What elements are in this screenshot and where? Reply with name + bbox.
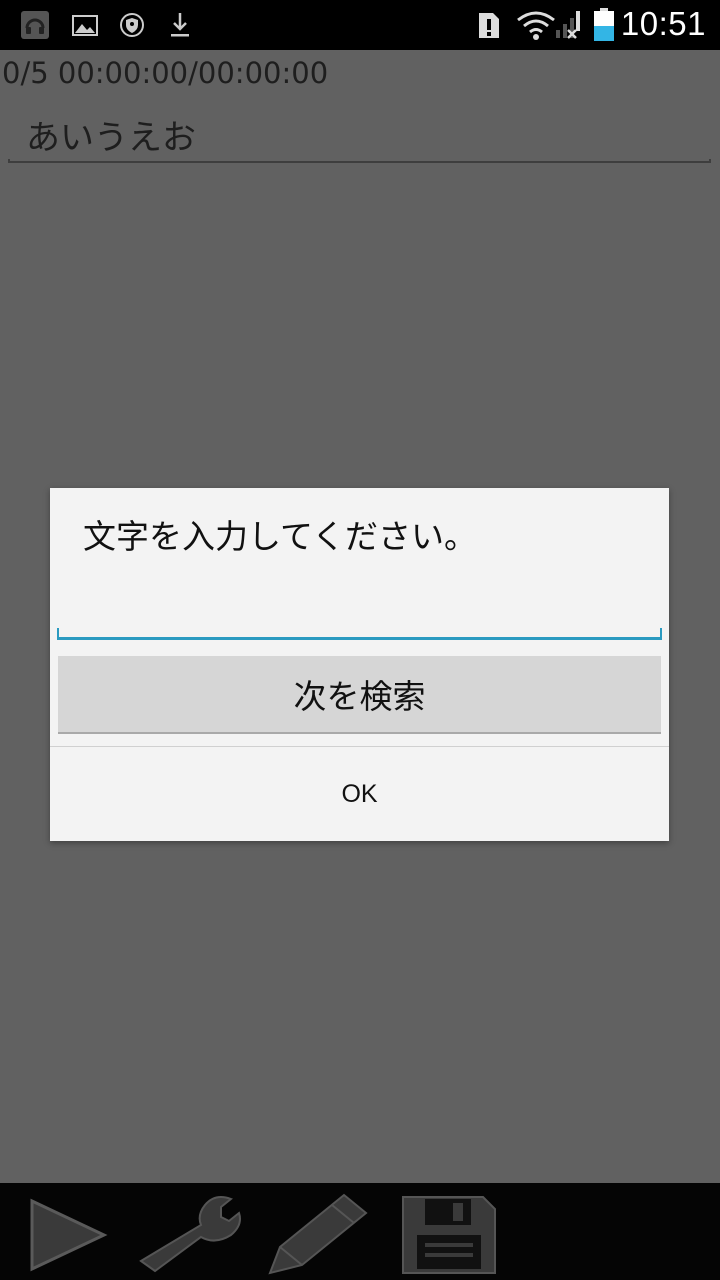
main-text-underline (8, 159, 711, 163)
alert-icon (474, 10, 504, 40)
image-icon (70, 10, 100, 40)
bottom-toolbar (0, 1183, 720, 1280)
download-icon (165, 10, 195, 40)
dialog-prompt: 文字を入力してください。 (83, 517, 478, 556)
battery-icon (592, 8, 616, 42)
ok-button[interactable]: OK (50, 747, 669, 841)
search-dialog: 文字を入力してください。 次を検索 OK (50, 488, 669, 841)
play-icon[interactable] (12, 1191, 122, 1275)
wifi-icon (516, 10, 556, 40)
search-input-underline (57, 628, 662, 640)
save-icon[interactable] (395, 1191, 505, 1275)
playback-counter: 0/5 00:00:00/00:00:00 (2, 56, 329, 90)
status-bar: 10:51 (0, 0, 720, 50)
find-next-button[interactable]: 次を検索 (58, 656, 661, 734)
status-time: 10:51 (620, 5, 706, 42)
search-input[interactable] (60, 580, 658, 628)
shield-icon (117, 10, 147, 40)
pencil-icon[interactable] (262, 1191, 372, 1275)
signal-icon (554, 10, 582, 40)
main-text-field[interactable]: あいうえお (26, 110, 196, 159)
headset-icon (20, 10, 50, 40)
wrench-icon[interactable] (135, 1191, 245, 1275)
